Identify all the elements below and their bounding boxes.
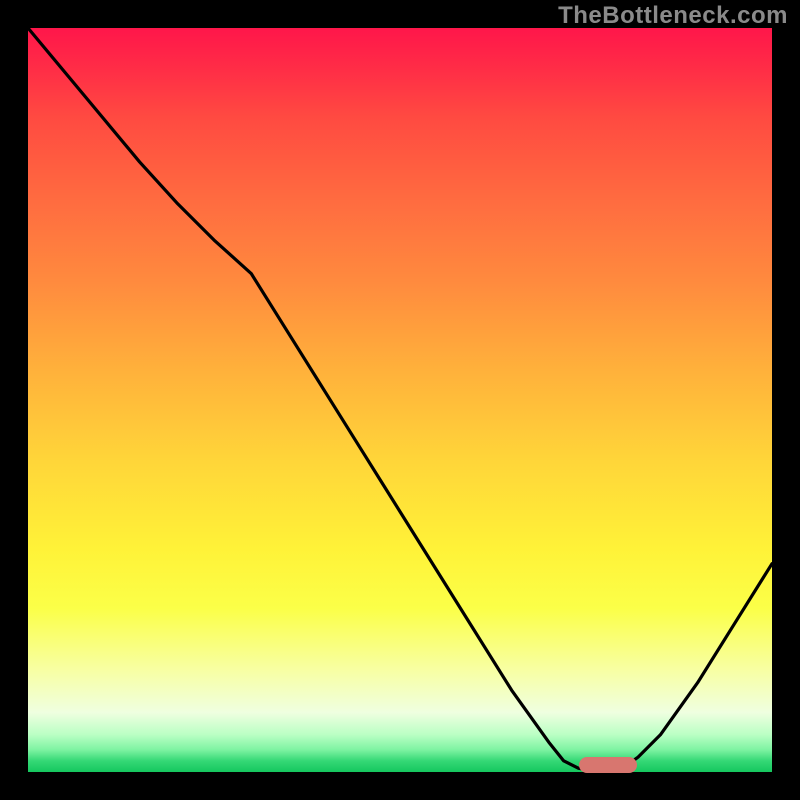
plot-area xyxy=(28,28,772,772)
bottleneck-curve xyxy=(28,28,772,772)
optimal-marker xyxy=(579,757,637,773)
watermark-text: TheBottleneck.com xyxy=(558,2,788,30)
chart-container: TheBottleneck.com xyxy=(0,0,800,800)
